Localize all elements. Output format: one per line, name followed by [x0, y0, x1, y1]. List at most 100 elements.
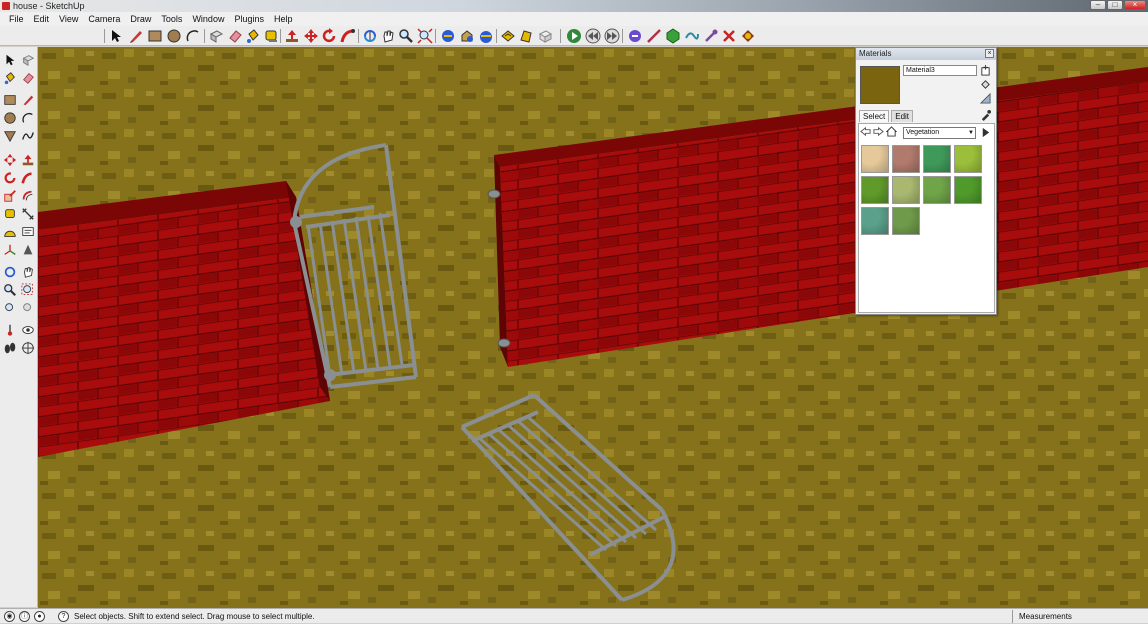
smoove-icon[interactable]	[684, 28, 700, 44]
material-swatch[interactable]	[892, 207, 920, 235]
paint-bucket-icon[interactable]	[245, 28, 261, 44]
dimension-icon[interactable]	[21, 207, 35, 221]
material-swatch[interactable]	[954, 145, 982, 173]
select-arrow-icon[interactable]	[3, 53, 17, 67]
minimize-button[interactable]: –	[1090, 0, 1106, 10]
material-swatch[interactable]	[923, 145, 951, 173]
circle-icon[interactable]	[166, 28, 182, 44]
pan-icon[interactable]	[380, 28, 396, 44]
section-plane-icon[interactable]	[21, 341, 35, 355]
rectangle-icon[interactable]	[147, 28, 163, 44]
menu-window[interactable]: Window	[187, 12, 229, 26]
menu-draw[interactable]: Draw	[125, 12, 156, 26]
line-tool-icon[interactable]	[646, 28, 662, 44]
push-pull-icon[interactable]	[284, 28, 300, 44]
zoom-icon[interactable]	[3, 283, 17, 297]
previous-view-icon[interactable]	[21, 301, 35, 315]
zoom-extents-icon[interactable]	[417, 28, 433, 44]
user-icon[interactable]: ●	[34, 611, 45, 622]
material-swatch[interactable]	[892, 176, 920, 204]
share-model-icon[interactable]	[478, 28, 494, 44]
get-models-icon[interactable]	[459, 28, 475, 44]
materials-icon[interactable]	[518, 28, 534, 44]
orbit-icon[interactable]	[362, 28, 378, 44]
material-swatch[interactable]	[923, 176, 951, 204]
axes-icon[interactable]	[3, 243, 17, 257]
look-around-icon[interactable]	[21, 323, 35, 337]
rotate-icon[interactable]	[321, 28, 337, 44]
arc-icon[interactable]	[185, 28, 201, 44]
help-icon[interactable]: ?	[58, 611, 69, 622]
menu-view[interactable]: View	[54, 12, 83, 26]
next-scene-icon[interactable]	[604, 28, 620, 44]
orbit-icon[interactable]	[3, 265, 17, 279]
3d-text-icon[interactable]	[21, 243, 35, 257]
menu-file[interactable]: File	[4, 12, 29, 26]
menu-help[interactable]: Help	[269, 12, 298, 26]
text-icon[interactable]	[21, 225, 35, 239]
credits-icon[interactable]: ⓘ	[19, 611, 30, 622]
protractor-icon[interactable]	[3, 225, 17, 239]
paint-bucket-icon[interactable]	[980, 79, 991, 90]
move-icon[interactable]	[3, 153, 17, 167]
tape-measure-icon[interactable]	[263, 28, 279, 44]
position-camera-icon[interactable]	[3, 323, 17, 337]
eyedropper-icon[interactable]	[980, 110, 991, 121]
offset-icon[interactable]	[21, 189, 35, 203]
sandbox-icon[interactable]	[627, 28, 643, 44]
details-arrow-icon[interactable]	[980, 127, 991, 138]
material-swatch[interactable]	[954, 176, 982, 204]
walk-icon[interactable]	[3, 341, 17, 355]
previous-scene-icon[interactable]	[585, 28, 601, 44]
flip-edge-icon[interactable]	[740, 28, 756, 44]
previous-view-icon[interactable]	[440, 28, 456, 44]
menu-edit[interactable]: Edit	[29, 12, 55, 26]
back-arrow-icon[interactable]	[860, 126, 871, 137]
menu-tools[interactable]: Tools	[156, 12, 187, 26]
push-pull-icon[interactable]	[21, 153, 35, 167]
solid-icon[interactable]	[665, 28, 681, 44]
eraser-icon[interactable]	[21, 71, 35, 85]
follow-me-icon[interactable]	[340, 28, 356, 44]
materials-close-button[interactable]: ×	[985, 49, 994, 58]
rotate-icon[interactable]	[3, 171, 17, 185]
material-swatch[interactable]	[861, 176, 889, 204]
move-icon[interactable]	[303, 28, 319, 44]
eraser-icon[interactable]	[227, 28, 243, 44]
arc-icon[interactable]	[21, 111, 35, 125]
scale-icon[interactable]	[3, 189, 17, 203]
select-arrow-icon[interactable]	[108, 28, 124, 44]
freehand-icon[interactable]	[21, 129, 35, 143]
make-component-icon[interactable]	[208, 28, 224, 44]
rectangle-icon[interactable]	[3, 93, 17, 107]
material-swatch[interactable]	[892, 145, 920, 173]
pencil-icon[interactable]	[21, 93, 35, 107]
follow-me-icon[interactable]	[21, 171, 35, 185]
maximize-button[interactable]: □	[1107, 0, 1123, 10]
material-name-field[interactable]: Material3	[903, 65, 977, 76]
styles-icon[interactable]	[537, 28, 553, 44]
tab-edit[interactable]: Edit	[891, 110, 914, 122]
create-material-icon[interactable]	[980, 65, 991, 76]
stamp-icon[interactable]	[703, 28, 719, 44]
close-button[interactable]: ×	[1124, 0, 1146, 10]
components-icon[interactable]	[500, 28, 516, 44]
collection-dropdown[interactable]: Vegetation ▼	[903, 127, 976, 139]
circle-icon[interactable]	[3, 111, 17, 125]
menu-plugins[interactable]: Plugins	[229, 12, 269, 26]
measurements-box[interactable]: Measurements	[1012, 610, 1148, 623]
tab-select[interactable]: Select	[859, 110, 890, 122]
play-icon[interactable]	[566, 28, 582, 44]
make-component-icon[interactable]	[21, 53, 35, 67]
home-icon[interactable]	[886, 126, 897, 137]
polygon-icon[interactable]	[3, 129, 17, 143]
paint-bucket-icon[interactable]	[3, 71, 17, 85]
default-material-icon[interactable]	[980, 93, 991, 104]
forward-arrow-icon[interactable]	[873, 126, 884, 137]
geo-location-icon[interactable]: ◉	[4, 611, 15, 622]
zoom-icon[interactable]	[398, 28, 414, 44]
zoom-extents-icon[interactable]	[3, 301, 17, 315]
pencil-icon[interactable]	[128, 28, 144, 44]
pan-icon[interactable]	[21, 265, 35, 279]
tape-measure-icon[interactable]	[3, 207, 17, 221]
